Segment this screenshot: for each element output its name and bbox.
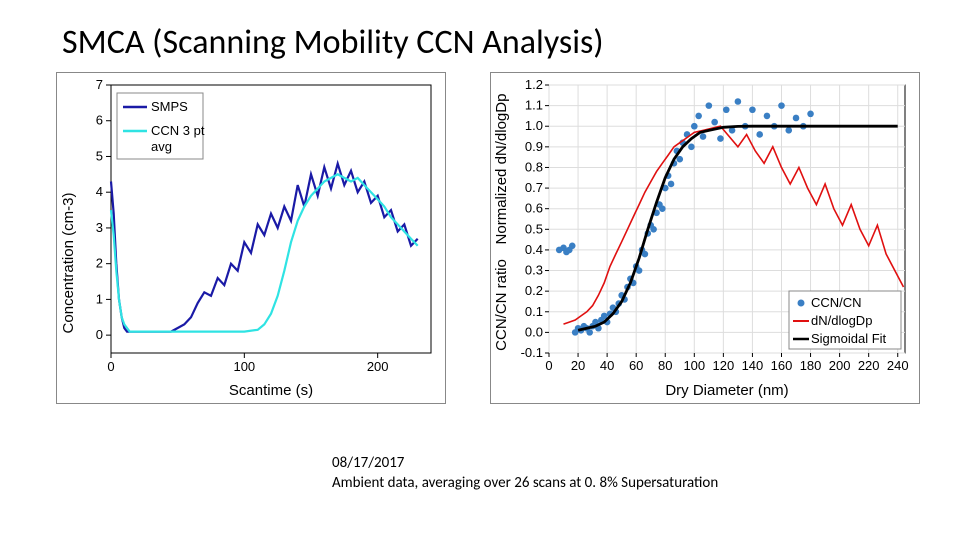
svg-text:0.9: 0.9: [525, 139, 543, 154]
caption-desc: Ambient data, averaging over 26 scans at…: [332, 474, 718, 494]
caption: 08/17/2017 Ambient data, averaging over …: [332, 454, 718, 493]
right-xlabel: Dry Diameter (nm): [665, 382, 788, 399]
svg-text:100: 100: [683, 358, 705, 373]
svg-text:0.3: 0.3: [525, 263, 543, 278]
svg-text:1.2: 1.2: [525, 77, 543, 92]
left-legend: SMPS CCN 3 pt avg: [117, 93, 205, 159]
svg-text:3: 3: [96, 220, 103, 235]
caption-date: 08/17/2017: [332, 454, 718, 474]
svg-text:120: 120: [713, 358, 735, 373]
svg-text:80: 80: [658, 358, 672, 373]
svg-text:160: 160: [771, 358, 793, 373]
svg-text:200: 200: [367, 359, 389, 374]
left-legend-s3: avg: [151, 139, 172, 154]
svg-text:60: 60: [629, 358, 643, 373]
right-chart-svg: -0.1 0.0 0.1 0.2 0.3 0.4 0.5 0.6 0.7 0.8 0.9 1.0 1.1…: [491, 73, 919, 403]
svg-text:100: 100: [233, 359, 255, 374]
right-legend: CCN/CN dN/dlogDp Sigmoidal Fit: [789, 291, 901, 349]
svg-text:1.0: 1.0: [525, 118, 543, 133]
svg-text:0.8: 0.8: [525, 159, 543, 174]
svg-text:140: 140: [742, 358, 764, 373]
right-legend-s2: dN/dlogDp: [811, 313, 872, 328]
svg-text:0.0: 0.0: [525, 324, 543, 339]
svg-text:4: 4: [96, 184, 103, 199]
left-chart-panel: 0 1 2 3 4 5 6 7 0 100 200 Concentration (cm-3) Sc…: [56, 72, 446, 404]
left-legend-s1: SMPS: [151, 99, 188, 114]
left-chart-svg: 0 1 2 3 4 5 6 7 0 100 200 Concentration (cm-3) Sc…: [57, 73, 445, 403]
right-chart-panel: -0.1 0.0 0.1 0.2 0.3 0.4 0.5 0.6 0.7 0.8 0.9 1.0 1.1…: [490, 72, 920, 404]
svg-text:180: 180: [800, 358, 822, 373]
left-legend-s2: CCN 3 pt: [151, 123, 205, 138]
svg-text:0: 0: [96, 327, 103, 342]
svg-text:7: 7: [96, 77, 103, 92]
left-ylabel: Concentration (cm-3): [60, 193, 77, 334]
svg-text:40: 40: [600, 358, 614, 373]
svg-text:5: 5: [96, 148, 103, 163]
right-legend-s1: CCN/CN: [811, 295, 862, 310]
svg-text:1: 1: [96, 291, 103, 306]
svg-text:2: 2: [96, 256, 103, 271]
svg-text:0.7: 0.7: [525, 180, 543, 195]
svg-text:0.6: 0.6: [525, 201, 543, 216]
svg-text:0.5: 0.5: [525, 221, 543, 236]
svg-text:-0.1: -0.1: [521, 345, 543, 360]
right-legend-s3: Sigmoidal Fit: [811, 331, 887, 346]
right-ylabel-bot: CCN/CN ratio: [493, 259, 510, 351]
svg-text:0.2: 0.2: [525, 283, 543, 298]
page-title: SMCA (Scanning Mobility CCN Analysis): [62, 22, 604, 63]
svg-text:1.1: 1.1: [525, 98, 543, 113]
svg-text:0.1: 0.1: [525, 304, 543, 319]
svg-text:0: 0: [545, 358, 552, 373]
svg-text:0.4: 0.4: [525, 242, 543, 257]
svg-text:220: 220: [858, 358, 880, 373]
svg-text:20: 20: [571, 358, 585, 373]
right-ylabel-top: Normalized dN/dlogDp: [493, 94, 510, 245]
svg-text:0: 0: [107, 359, 114, 374]
svg-text:6: 6: [96, 113, 103, 128]
left-xlabel: Scantime (s): [229, 382, 313, 399]
svg-text:240: 240: [887, 358, 909, 373]
svg-text:200: 200: [829, 358, 851, 373]
